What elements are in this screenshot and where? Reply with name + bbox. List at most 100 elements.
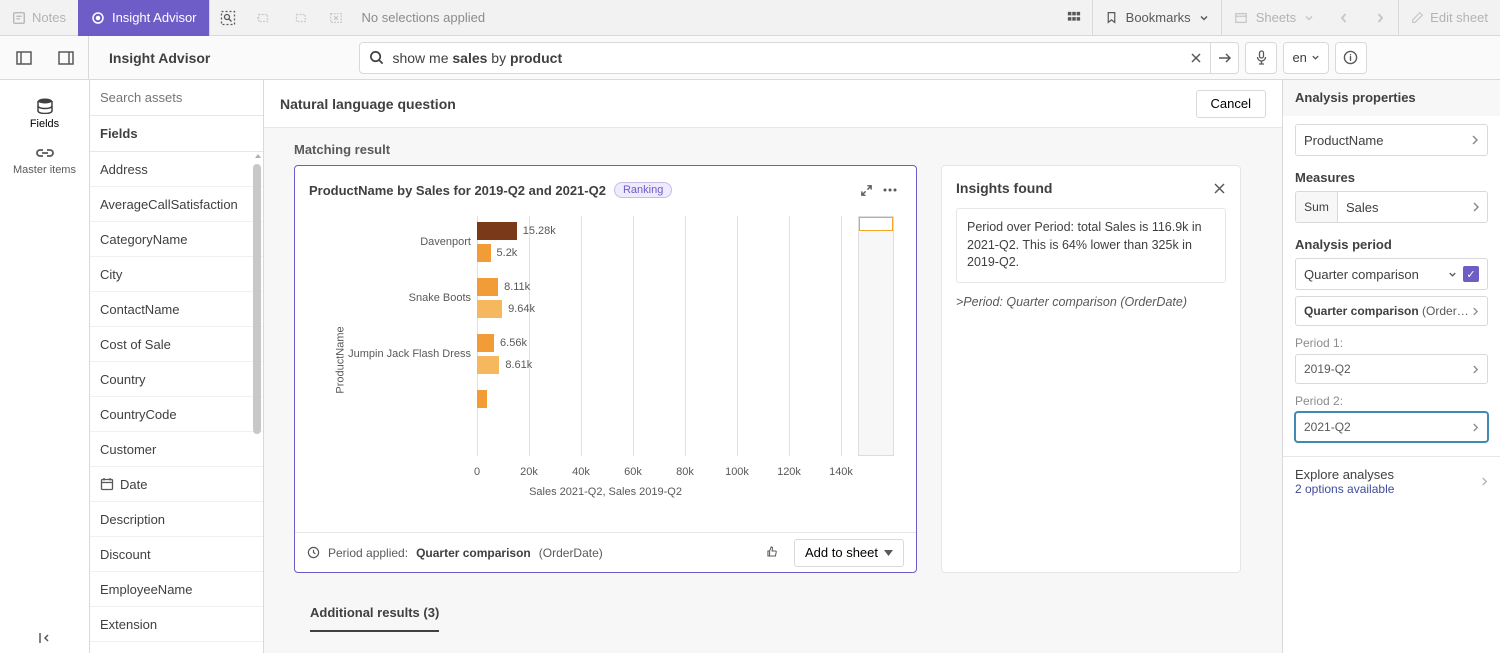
assets-scrollbar[interactable] (253, 152, 263, 434)
assets-search-input[interactable] (100, 90, 253, 105)
chart-bar[interactable] (477, 244, 491, 262)
clear-search-button[interactable] (1182, 52, 1210, 64)
fullscreen-button[interactable] (854, 178, 878, 202)
rail-master-items[interactable]: Master items (0, 138, 89, 184)
chart-bar[interactable] (477, 390, 487, 408)
bar-value-label: 15.28k (523, 225, 556, 237)
close-icon (1213, 182, 1226, 195)
selections-tool-button[interactable] (1056, 0, 1092, 36)
collapse-rail-button[interactable] (38, 631, 52, 645)
notes-button[interactable]: Notes (0, 0, 78, 36)
period2-value: 2021-Q2 (1304, 420, 1351, 434)
chart-card: ProductName by Sales for 2019-Q2 and 202… (294, 165, 917, 573)
edit-sheet-button[interactable]: Edit sheet (1399, 0, 1500, 36)
x-axis-label: Sales 2021-Q2, Sales 2019-Q2 (309, 486, 902, 498)
sheets-button[interactable]: Sheets (1222, 0, 1326, 36)
add-to-sheet-button[interactable]: Add to sheet (794, 539, 904, 567)
asset-item[interactable]: Address (90, 152, 263, 187)
notes-label: Notes (32, 10, 66, 25)
panel-left-icon (16, 51, 32, 65)
explore-subtitle: 2 options available (1295, 482, 1394, 496)
assets-search[interactable] (90, 80, 263, 116)
chart-minimap[interactable] (858, 216, 894, 456)
period-sub-row[interactable]: Quarter comparison (OrderD... (1295, 296, 1488, 326)
asset-item[interactable]: CategoryName (90, 222, 263, 257)
chevron-right-icon (1472, 423, 1479, 432)
explore-analyses-row[interactable]: Explore analyses 2 options available (1283, 456, 1500, 506)
feedback-button[interactable] (762, 541, 786, 565)
microphone-icon (1255, 50, 1268, 65)
asset-item[interactable]: EmployeeName (90, 572, 263, 607)
asset-item[interactable]: CountryCode (90, 397, 263, 432)
clear-selections-button[interactable] (318, 0, 354, 36)
assets-list: AddressAverageCallSatisfactionCategoryNa… (90, 152, 263, 653)
next-sheet-button[interactable] (1362, 0, 1398, 36)
chevron-down-icon (1199, 13, 1209, 23)
asset-item[interactable]: AverageCallSatisfaction (90, 187, 263, 222)
step-forward-button[interactable] (282, 0, 318, 36)
help-button[interactable] (1335, 42, 1367, 74)
asset-item[interactable]: Customer (90, 432, 263, 467)
chart-bar[interactable] (477, 278, 498, 296)
chart-title: ProductName by Sales for 2019-Q2 and 202… (309, 183, 606, 198)
chevron-down-icon (1448, 270, 1457, 279)
chevron-right-icon (1472, 307, 1479, 316)
cancel-button[interactable]: Cancel (1196, 90, 1266, 118)
asset-item[interactable]: Extension (90, 607, 263, 642)
rail-master-label: Master items (13, 164, 76, 176)
rail-fields-label: Fields (30, 118, 59, 130)
nlq-search-box[interactable]: show me sales by product (359, 42, 1239, 74)
smart-search-button[interactable] (210, 0, 246, 36)
chart-badge: Ranking (614, 182, 672, 198)
asset-item[interactable]: ContactName (90, 292, 263, 327)
asset-item[interactable]: Country (90, 362, 263, 397)
voice-input-button[interactable] (1245, 42, 1277, 74)
expand-icon (860, 184, 873, 197)
measure-row[interactable]: Sum Sales (1295, 191, 1488, 223)
period2-row[interactable]: 2021-Q2 (1295, 412, 1488, 442)
analysis-period-label: Analysis period (1295, 231, 1488, 258)
chevron-left-icon (1339, 12, 1349, 24)
sheets-label: Sheets (1256, 10, 1296, 25)
bookmarks-button[interactable]: Bookmarks (1093, 0, 1221, 36)
chart-bar[interactable] (477, 222, 517, 240)
more-options-button[interactable] (878, 178, 902, 202)
step-back-button[interactable] (246, 0, 282, 36)
chart-bar[interactable] (477, 334, 494, 352)
more-icon (883, 188, 897, 192)
bar-chart[interactable]: ProductName15.28k5.2k8.11k9.64k6.56k8.61… (309, 210, 902, 510)
dimension-row[interactable]: ProductName (1295, 124, 1488, 156)
insight-advisor-button[interactable]: Insight Advisor (78, 0, 209, 36)
thumbs-icon (767, 546, 782, 559)
submit-search-button[interactable] (1210, 43, 1238, 73)
assets-panel: Fields AddressAverageCallSatisfactionCat… (90, 80, 264, 653)
properties-panel: Analysis properties ProductName Measures… (1282, 80, 1500, 653)
x-tick-label: 0 (474, 466, 480, 478)
period-type-row[interactable]: Quarter comparison ✓ (1295, 258, 1488, 290)
clock-icon (307, 546, 320, 559)
period-applied-suffix: (OrderDate) (539, 546, 603, 560)
asset-item[interactable]: Discount (90, 537, 263, 572)
rail-fields[interactable]: Fields (0, 90, 89, 138)
right-panel-toggle[interactable] (48, 40, 84, 76)
separator (88, 36, 89, 80)
chart-bar[interactable] (477, 300, 502, 318)
asset-item[interactable]: Date (90, 467, 263, 502)
top-toolbar: Notes Insight Advisor No selections appl… (0, 0, 1500, 36)
additional-results-tab[interactable]: Additional results (3) (310, 595, 439, 632)
asset-item[interactable]: Description (90, 502, 263, 537)
left-panel-toggle[interactable] (6, 40, 42, 76)
insights-close-button[interactable] (1213, 182, 1226, 195)
asset-item[interactable]: Cost of Sale (90, 327, 263, 362)
insights-period-link[interactable]: >Period: Quarter comparison (OrderDate) (956, 295, 1226, 309)
insight-icon (90, 10, 106, 26)
nlq-search-input[interactable]: show me sales by product (392, 50, 1182, 66)
second-bar: Insight Advisor show me sales by product… (0, 36, 1500, 80)
caret-down-icon (884, 550, 893, 556)
chart-bar[interactable] (477, 356, 499, 374)
asset-item[interactable]: City (90, 257, 263, 292)
category-label: Snake Boots (409, 292, 471, 304)
language-selector[interactable]: en (1283, 42, 1328, 74)
period1-row[interactable]: 2019-Q2 (1295, 354, 1488, 384)
prev-sheet-button[interactable] (1326, 0, 1362, 36)
